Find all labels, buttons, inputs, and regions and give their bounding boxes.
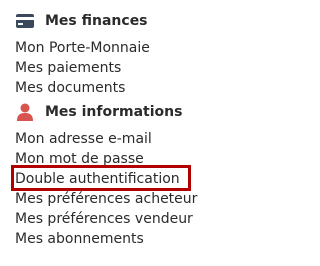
link-mon-porte-monnaie[interactable]: Mon Porte-Monnaie bbox=[15, 38, 150, 58]
link-mes-abonnements[interactable]: Mes abonnements bbox=[15, 229, 197, 249]
credit-card-icon bbox=[15, 11, 35, 31]
finances-title: Mes finances bbox=[45, 13, 148, 29]
finances-header: Mes finances bbox=[15, 11, 148, 31]
link-preferences-vendeur[interactable]: Mes préférences vendeur bbox=[15, 209, 197, 229]
link-preferences-acheteur[interactable]: Mes préférences acheteur bbox=[15, 189, 197, 209]
link-mes-paiements[interactable]: Mes paiements bbox=[15, 58, 150, 78]
link-mes-documents[interactable]: Mes documents bbox=[15, 78, 150, 98]
informations-list: Mon adresse e-mail Mon mot de passe Doub… bbox=[15, 129, 197, 249]
link-double-authentification[interactable]: Double authentification bbox=[15, 169, 197, 189]
user-icon bbox=[15, 102, 35, 122]
link-mon-mot-de-passe[interactable]: Mon mot de passe bbox=[15, 149, 197, 169]
finances-list: Mon Porte-Monnaie Mes paiements Mes docu… bbox=[15, 38, 150, 98]
informations-title: Mes informations bbox=[45, 104, 183, 120]
informations-header: Mes informations bbox=[15, 102, 182, 122]
link-mon-adresse-email[interactable]: Mon adresse e-mail bbox=[15, 129, 197, 149]
